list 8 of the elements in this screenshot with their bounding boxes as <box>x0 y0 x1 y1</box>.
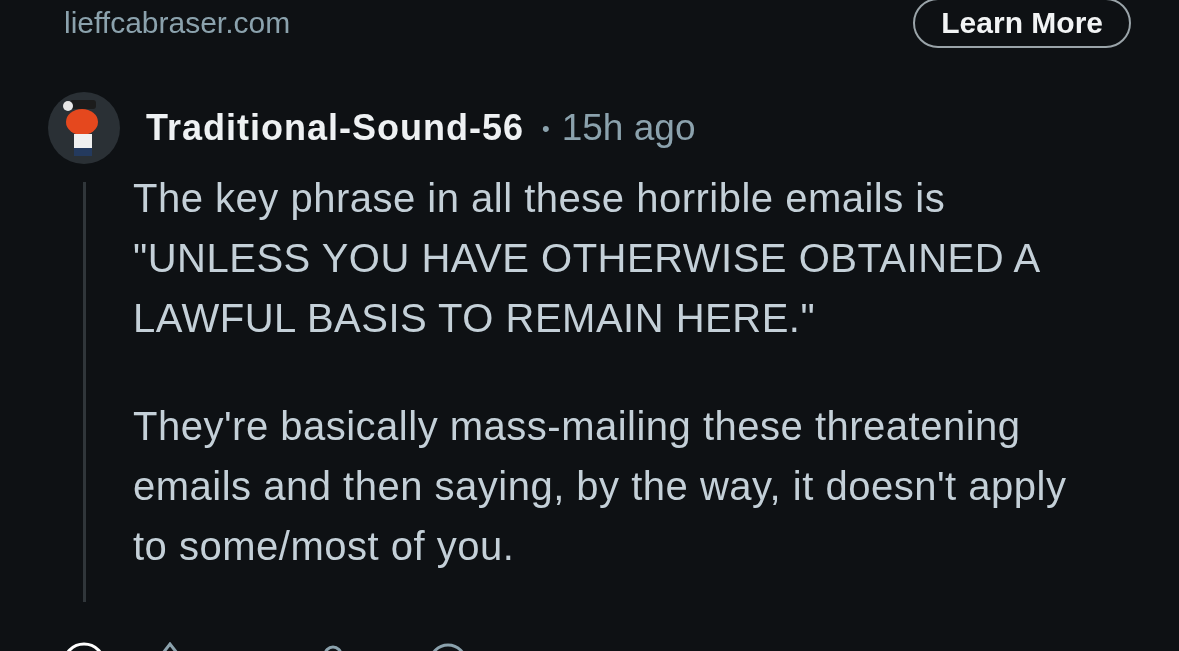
username[interactable]: Traditional-Sound-56 <box>146 101 524 155</box>
avatar-icon[interactable] <box>48 92 120 164</box>
timestamp: 15h ago <box>561 106 696 151</box>
ad-domain: lieffcabraser.com <box>64 5 291 41</box>
learn-more-button[interactable]: Learn More <box>913 0 1131 48</box>
separator-dot: • <box>542 114 550 143</box>
comment-paragraph: They're basically mass-mailing these threatening emails and then saying, by the way, it doesn't apply to some/most of you. <box>133 403 1068 570</box>
comment-paragraph: The key phrase in all these horrible emails is "UNLESS YOU HAVE OTHERWISE OBTAINED A LAWFUL BASIS TO REMAIN HERE." <box>133 175 1041 342</box>
